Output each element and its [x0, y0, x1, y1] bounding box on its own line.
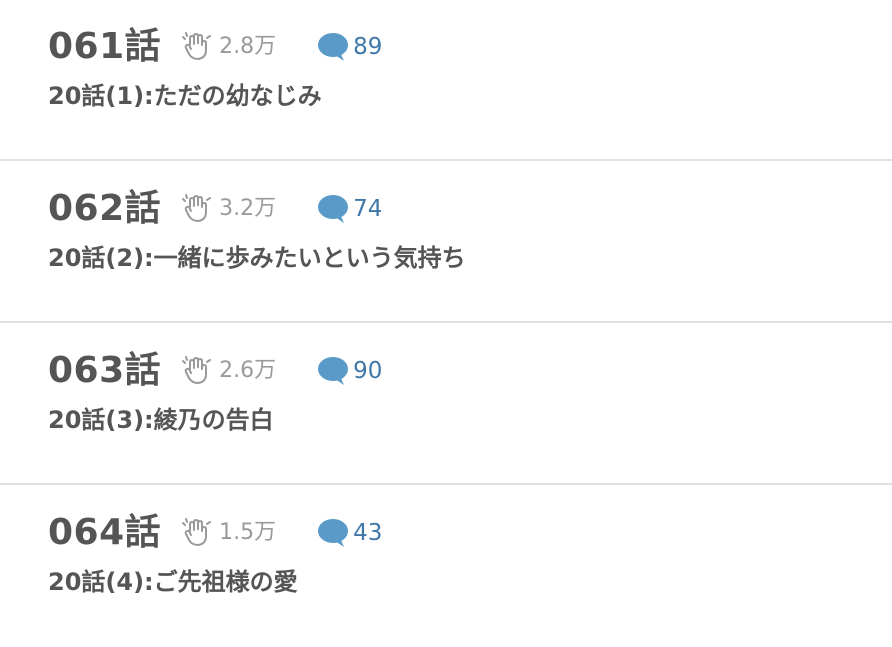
episode-number: 062話: [48, 188, 162, 229]
comment-bubble-icon: [317, 194, 349, 224]
comment-bubble-icon: [317, 356, 349, 386]
comment-bubble-icon: [317, 32, 349, 62]
episode-title: 20話(2):一緒に歩みたいという気持ち: [48, 244, 466, 272]
divider: [0, 159, 892, 161]
comment-count: 74: [353, 196, 383, 222]
episode-title: 20話(3):綾乃の告白: [48, 406, 274, 434]
divider: [0, 483, 892, 485]
clap-icon: [181, 517, 213, 549]
comment-count: 90: [353, 358, 383, 384]
clap-count: 3.2万: [219, 196, 277, 221]
clap-count: 2.8万: [219, 34, 277, 59]
episode-item[interactable]: 063話 2.6万 90 20話(3):綾乃の告白: [0, 324, 892, 485]
clap-icon: [181, 355, 213, 387]
episode-title: 20話(1):ただの幼なじみ: [48, 82, 322, 110]
clap-count: 2.6万: [219, 358, 277, 383]
episode-meta: 061話 2.8万 89: [48, 24, 382, 70]
clap-count: 1.5万: [219, 520, 277, 545]
divider: [0, 321, 892, 323]
comment-bubble-icon: [317, 518, 349, 548]
episode-number: 064話: [48, 512, 162, 553]
episode-item[interactable]: 064話 1.5万 43 20話(4):ご先祖様の愛: [0, 486, 892, 647]
episode-meta: 063話 2.6万 90: [48, 348, 382, 394]
episode-number: 063話: [48, 350, 162, 391]
comment-count: 89: [353, 34, 383, 60]
episode-number: 061話: [48, 26, 162, 67]
episode-list: 061話 2.8万 89 20話(1):ただの幼なじみ 062話 3.2万 74…: [0, 0, 892, 620]
episode-meta: 064話 1.5万 43: [48, 510, 382, 556]
episode-item[interactable]: 061話 2.8万 89 20話(1):ただの幼なじみ: [0, 0, 892, 161]
episode-item[interactable]: 062話 3.2万 74 20話(2):一緒に歩みたいという気持ち: [0, 162, 892, 323]
clap-icon: [181, 193, 213, 225]
episode-meta: 062話 3.2万 74: [48, 186, 382, 232]
comment-count: 43: [353, 520, 383, 546]
clap-icon: [181, 31, 213, 63]
episode-title: 20話(4):ご先祖様の愛: [48, 568, 298, 596]
